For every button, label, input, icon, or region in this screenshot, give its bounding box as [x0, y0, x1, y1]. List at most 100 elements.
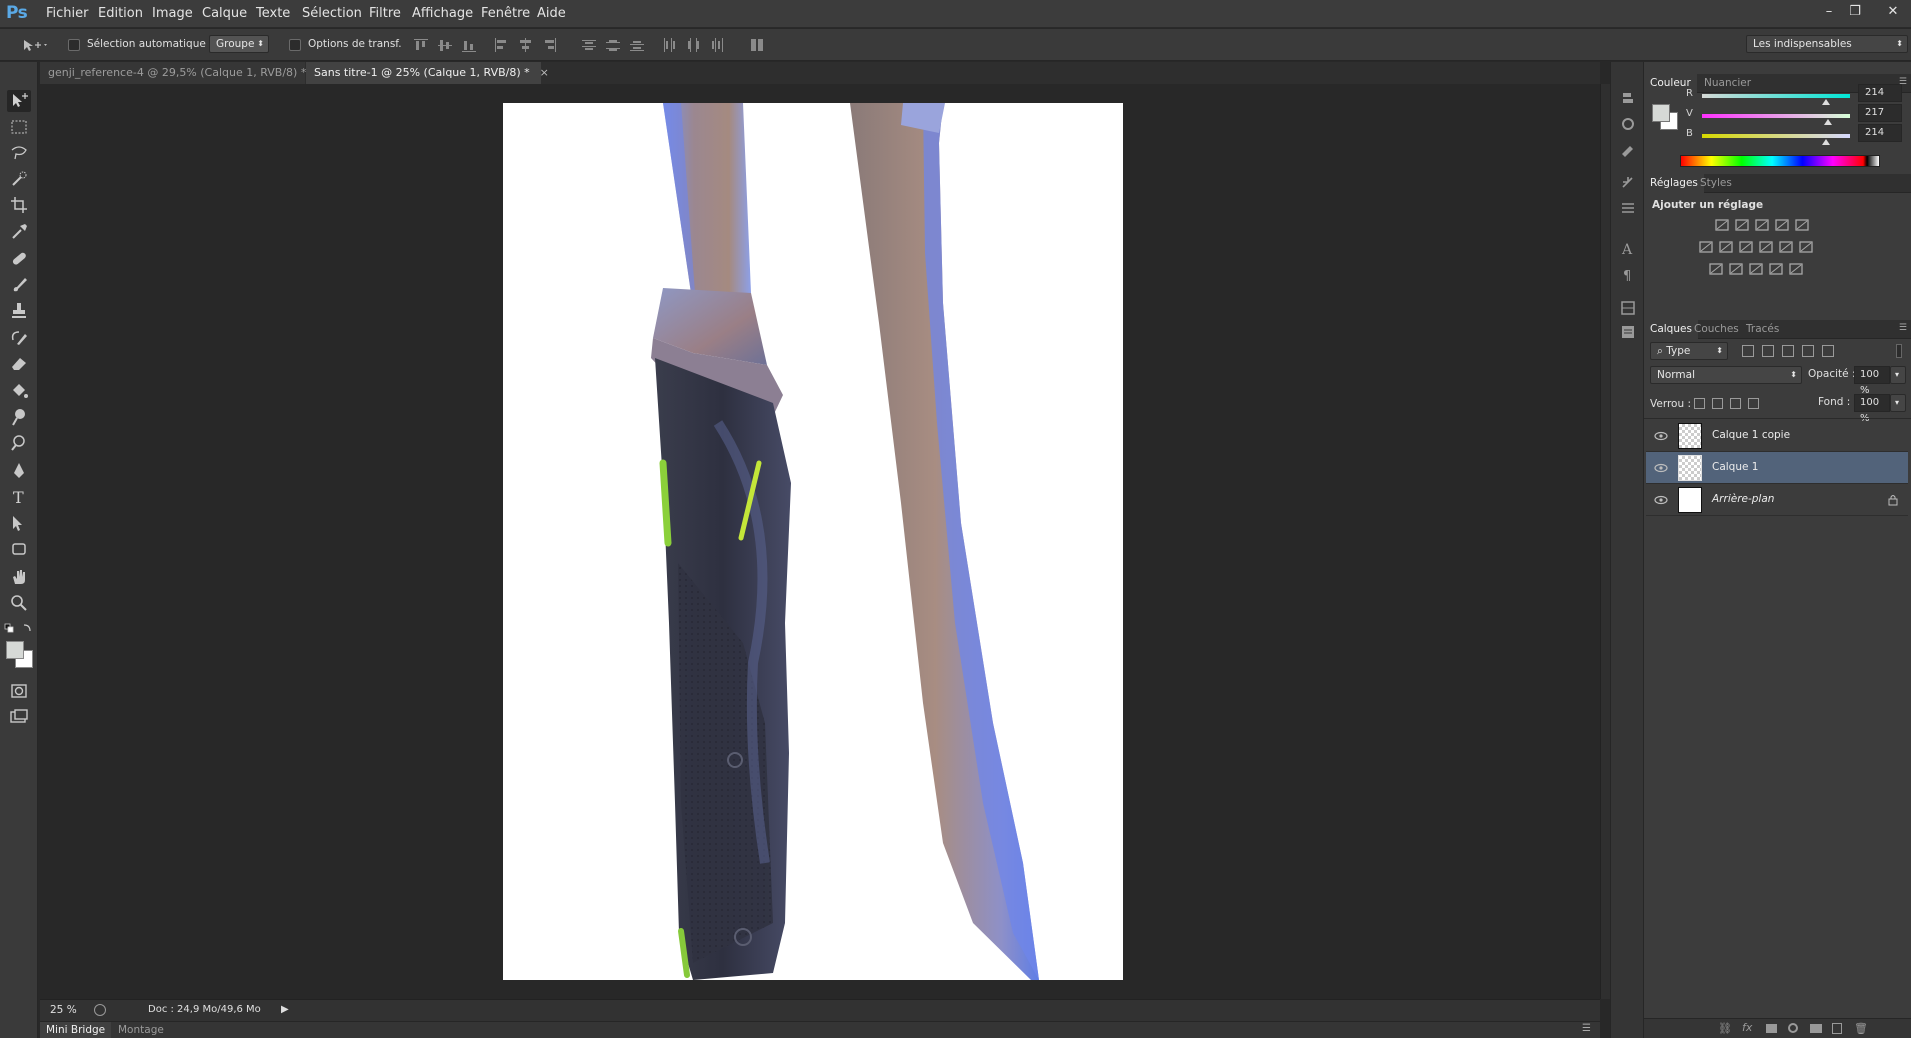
lock-pixels-icon[interactable] — [1712, 398, 1723, 409]
filter-toggle-switch[interactable] — [1896, 344, 1902, 358]
type-tool[interactable]: T — [7, 486, 31, 508]
slider-thumb-icon[interactable] — [1822, 99, 1831, 105]
status-menu-arrow-icon[interactable]: ▶ — [281, 1004, 289, 1015]
distribute-right-icon[interactable] — [709, 37, 725, 53]
new-adjustment-layer-icon[interactable] — [1788, 1023, 1798, 1033]
posterize-icon[interactable] — [1728, 262, 1744, 276]
tab-sans-titre[interactable]: Sans titre-1 @ 25% (Calque 1, RVB/8) * × — [306, 62, 549, 84]
filter-adjustment-icon[interactable] — [1762, 345, 1774, 357]
paragraph-panel-icon[interactable]: ¶ — [1620, 266, 1636, 282]
color-slider-b[interactable]: B 214 — [1644, 124, 1911, 148]
distribute-hcenter-icon[interactable] — [685, 37, 701, 53]
fill-slider-toggle[interactable]: ▾ — [1890, 394, 1906, 412]
hue-saturation-icon[interactable] — [1698, 240, 1714, 254]
dodge-tool[interactable] — [7, 406, 31, 428]
align-hcenter-icon[interactable] — [517, 37, 533, 53]
channel-mixer-icon[interactable] — [1778, 240, 1794, 254]
menu-texte[interactable]: Texte — [256, 6, 290, 21]
exposure-icon[interactable] — [1774, 218, 1790, 232]
filter-shape-icon[interactable] — [1802, 345, 1814, 357]
align-bottom-icon[interactable] — [461, 37, 477, 53]
fill-input[interactable]: 100 % — [1854, 394, 1890, 424]
brightness-icon[interactable] — [1714, 218, 1730, 232]
path-selection-tool[interactable] — [7, 512, 31, 534]
tab-genji-reference[interactable]: genji_reference-4 @ 29,5% (Calque 1, RVB… — [40, 62, 326, 84]
restore-button[interactable]: ❐ — [1844, 3, 1866, 21]
align-vcenter-icon[interactable] — [437, 37, 453, 53]
clone-stamp-tool[interactable] — [7, 300, 31, 322]
shape-tool[interactable] — [7, 538, 31, 560]
properties-panel-icon[interactable] — [1620, 142, 1636, 158]
layer-comps-icon[interactable] — [1620, 300, 1636, 316]
minimize-button[interactable]: – — [1818, 3, 1840, 21]
add-mask-icon[interactable] — [1766, 1024, 1777, 1033]
default-colors-swap[interactable] — [4, 622, 34, 636]
auto-select-checkbox[interactable] — [68, 39, 80, 51]
channel-value-input[interactable]: 214 — [1858, 84, 1902, 102]
align-right-icon[interactable] — [541, 37, 557, 53]
move-tool-preset-picker[interactable] — [20, 36, 50, 54]
tab-styles[interactable]: Styles — [1694, 174, 1738, 193]
align-left-icon[interactable] — [493, 37, 509, 53]
transform-options-checkbox[interactable] — [289, 39, 301, 51]
filter-type-icon[interactable] — [1782, 345, 1794, 357]
tool-presets-icon[interactable] — [1620, 200, 1636, 216]
history-panel-icon[interactable] — [1620, 90, 1636, 106]
tab-couches[interactable]: Couches — [1688, 320, 1745, 339]
menu-aide[interactable]: Aide — [537, 6, 566, 21]
zoom-tool[interactable] — [7, 592, 31, 614]
tab-montage[interactable]: Montage — [112, 1022, 170, 1038]
lock-position-icon[interactable] — [1730, 398, 1741, 409]
history-brush-tool[interactable] — [7, 326, 31, 348]
levels-icon[interactable] — [1734, 218, 1750, 232]
slider-thumb-icon[interactable] — [1823, 119, 1832, 125]
pen-tool[interactable] — [7, 460, 31, 482]
visibility-eye-icon[interactable] — [1654, 430, 1668, 442]
filter-pixel-icon[interactable] — [1742, 345, 1754, 357]
align-top-icon[interactable] — [413, 37, 429, 53]
quick-selection-tool[interactable] — [7, 168, 31, 190]
photo-filter-icon[interactable] — [1758, 240, 1774, 254]
panel-menu-icon[interactable]: ☰ — [1899, 323, 1907, 333]
auto-align-layers-icon[interactable] — [749, 37, 765, 53]
distribute-bottom-icon[interactable] — [629, 37, 645, 53]
color-swatches[interactable] — [5, 640, 35, 670]
selective-color-icon[interactable] — [1768, 262, 1784, 276]
channel-track[interactable] — [1702, 114, 1850, 118]
channel-track[interactable] — [1702, 134, 1850, 138]
distribute-left-icon[interactable] — [661, 37, 677, 53]
move-tool[interactable] — [7, 90, 31, 112]
blur-tool[interactable] — [7, 432, 31, 454]
menu-affichage[interactable]: Affichage — [412, 6, 473, 21]
lasso-tool[interactable] — [7, 142, 31, 164]
character-panel-icon[interactable]: A — [1620, 240, 1636, 256]
color-spectrum-ramp[interactable] — [1680, 155, 1880, 167]
marquee-tool[interactable] — [7, 116, 31, 138]
link-layers-icon[interactable]: ⛓ — [1718, 1022, 1732, 1035]
quick-mask-tool[interactable] — [7, 680, 31, 702]
channel-value-input[interactable]: 217 — [1858, 104, 1902, 122]
visibility-eye-icon[interactable] — [1654, 494, 1668, 506]
visibility-eye-icon[interactable] — [1654, 462, 1668, 474]
lock-transparency-icon[interactable] — [1694, 398, 1705, 409]
black-white-icon[interactable] — [1738, 240, 1754, 254]
slider-thumb-icon[interactable] — [1822, 139, 1831, 145]
panel-menu-icon[interactable]: ☰ — [1582, 1023, 1591, 1034]
distribute-top-icon[interactable] — [581, 37, 597, 53]
menu-filtre[interactable]: Filtre — [369, 6, 401, 21]
layer-row[interactable]: Calque 1 copie — [1646, 420, 1908, 452]
screen-mode-tool[interactable] — [7, 706, 31, 728]
document-canvas[interactable] — [503, 103, 1123, 980]
menu-selection[interactable]: Sélection — [302, 6, 362, 21]
new-layer-icon[interactable] — [1832, 1023, 1842, 1034]
menu-image[interactable]: Image — [152, 6, 193, 21]
auto-select-target-dropdown[interactable]: Groupe ⬍ — [209, 35, 269, 53]
vertical-scrollbar[interactable] — [1600, 84, 1610, 999]
color-lookup-icon[interactable] — [1798, 240, 1814, 254]
opacity-slider-toggle[interactable]: ▾ — [1890, 366, 1906, 384]
eraser-tool[interactable] — [7, 352, 31, 374]
channel-value-input[interactable]: 214 — [1858, 124, 1902, 142]
layer-row[interactable]: Calque 1 — [1646, 452, 1908, 484]
threshold-icon[interactable] — [1748, 262, 1764, 276]
hand-tool[interactable] — [7, 566, 31, 588]
